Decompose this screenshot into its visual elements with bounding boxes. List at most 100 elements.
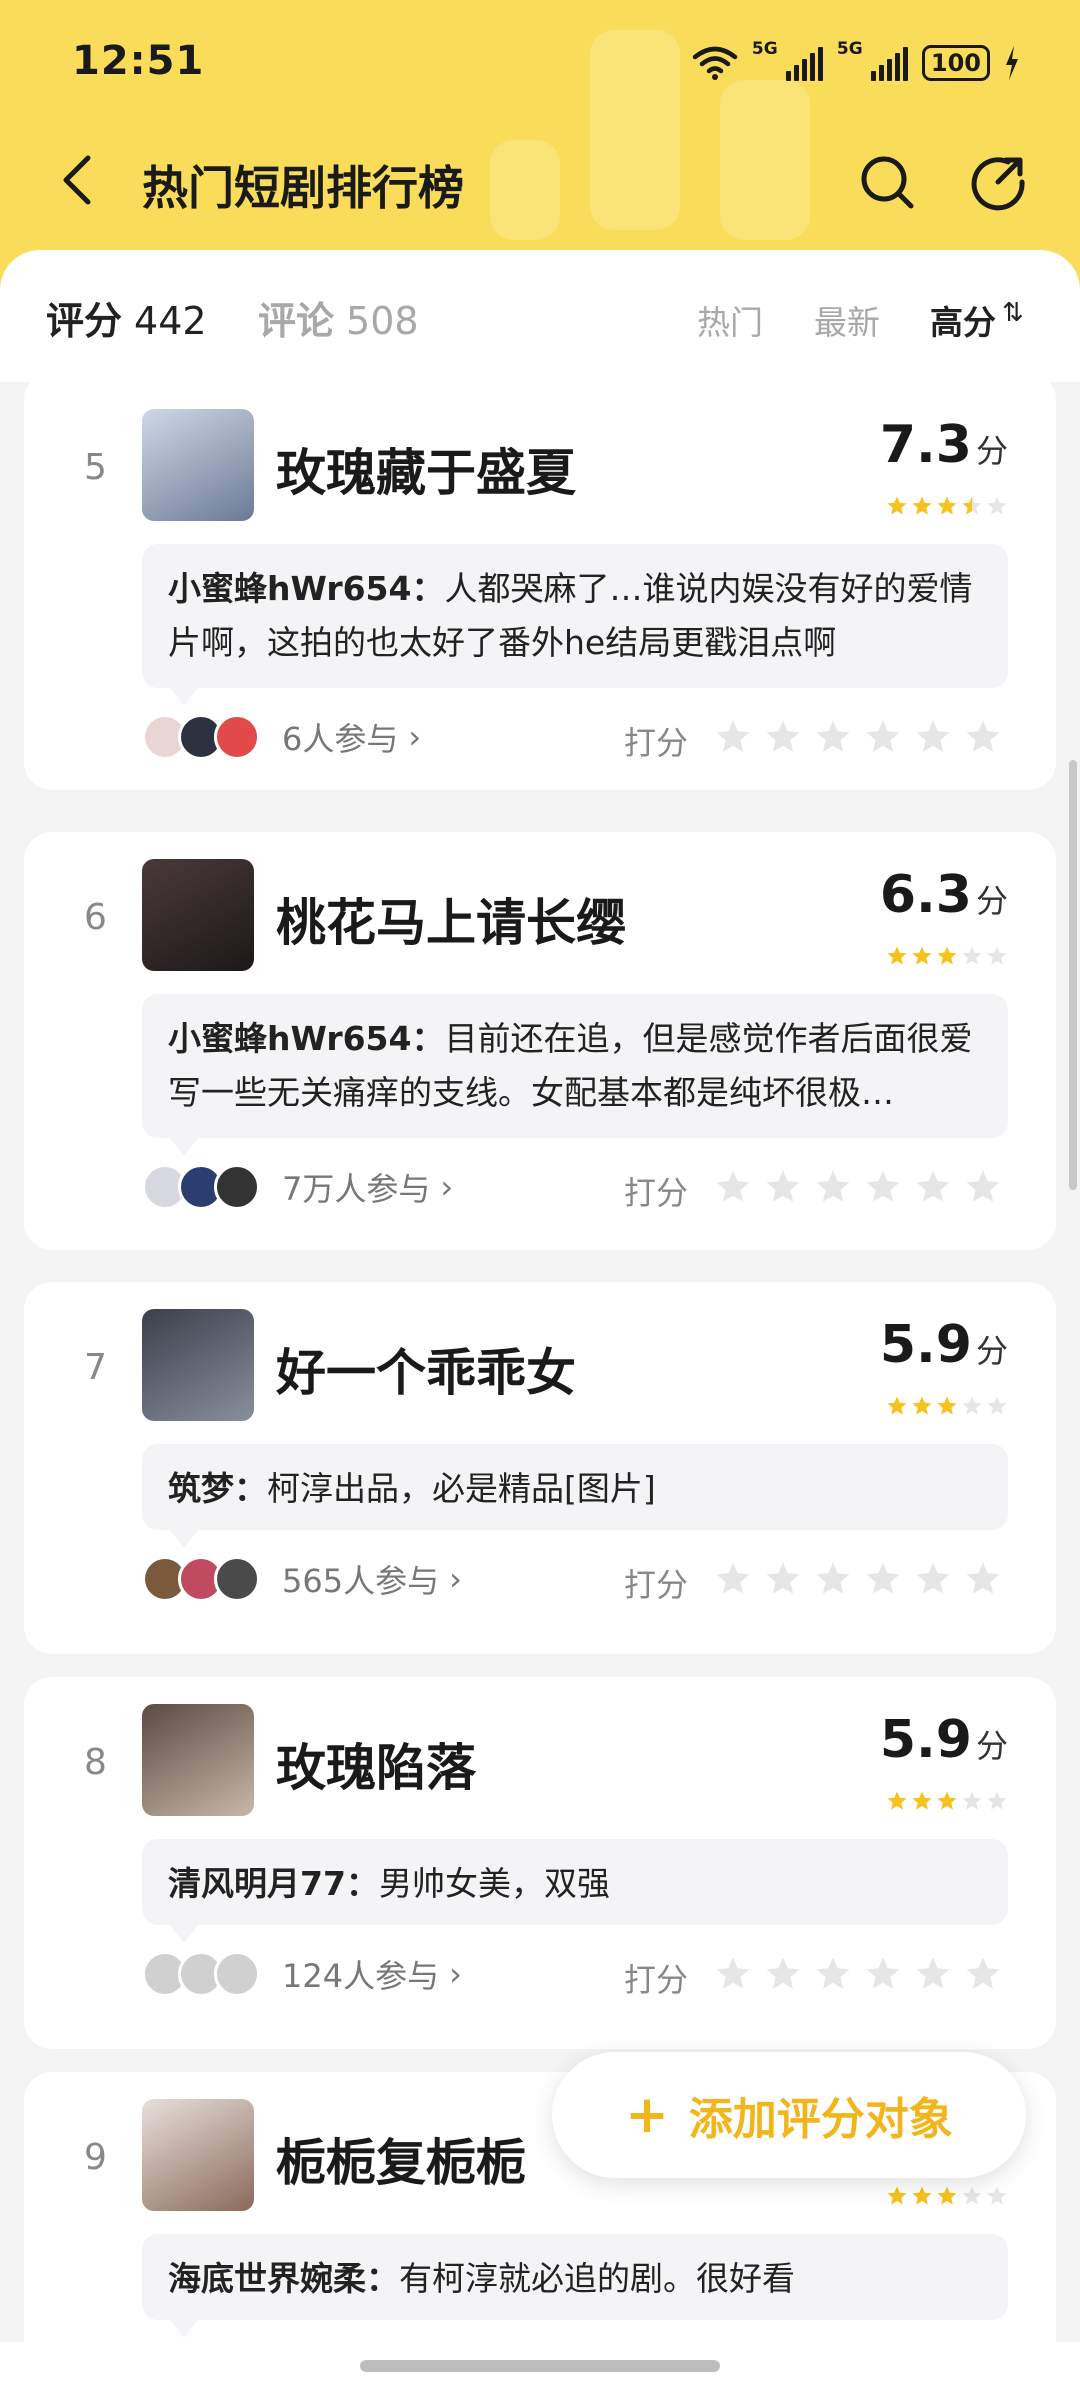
star-icon	[936, 495, 958, 517]
page-title: 热门短剧排行榜	[142, 161, 464, 215]
sort-high[interactable]: 高分	[930, 296, 996, 344]
sort-new[interactable]: 最新	[814, 296, 880, 344]
rate-star-icon[interactable]	[864, 1168, 902, 1206]
score: 6.3 分	[880, 865, 1008, 925]
rate-star-icon[interactable]	[914, 1560, 952, 1598]
avatar	[214, 714, 260, 760]
chevron-right-icon: ›	[440, 1168, 454, 1206]
sort-hot[interactable]: 热门	[697, 296, 763, 344]
drama-title[interactable]: 玫瑰藏于盛夏	[276, 433, 576, 505]
top-comment[interactable]: 清风明月77：男帅女美，双强	[142, 1839, 1008, 1943]
rank-number: 6	[84, 897, 107, 938]
ranking-card[interactable]: 7 好一个乖乖女 5.9 分 筑梦：柯淳出品，必是精品[图片] 565人参与 › 打分	[24, 1282, 1056, 1654]
top-comment[interactable]: 小蜜蜂hWr654：人都哭麻了…谁说内娱没有好的爱情片啊，这拍的也太好了番外he…	[142, 544, 1008, 706]
drama-poster[interactable]	[142, 2099, 254, 2211]
star-icon	[886, 945, 908, 967]
status-icons: 5G 5G 100	[692, 39, 1020, 86]
rate-label: 打分	[624, 1174, 689, 1212]
rate-stars[interactable]	[714, 1560, 1002, 1598]
drama-poster[interactable]	[142, 859, 254, 971]
rate-star-icon[interactable]	[964, 1560, 1002, 1598]
rate-stars[interactable]	[714, 1168, 1002, 1206]
participants[interactable]: 6人参与 ›	[142, 712, 421, 762]
comment-text: 男帅女美，双强	[378, 1864, 610, 1903]
sort-arrows-icon[interactable]: ⇅	[1002, 298, 1024, 328]
star-icon	[961, 2185, 983, 2207]
rate-star-icon[interactable]	[964, 718, 1002, 756]
star-icon	[936, 1790, 958, 1812]
drama-poster[interactable]	[142, 1309, 254, 1421]
drama-title[interactable]: 好一个乖乖女	[276, 1333, 576, 1405]
score-unit: 分	[975, 882, 1008, 920]
top-comment[interactable]: 筑梦：柯淳出品，必是精品[图片]	[142, 1444, 1008, 1548]
share-icon[interactable]	[968, 152, 1028, 212]
participants-count: 565人参与	[282, 1562, 440, 1600]
rate-star-icon[interactable]	[814, 1955, 852, 1993]
nav-bar: 热门短剧排行榜	[0, 130, 1080, 230]
participants[interactable]: 565人参与 ›	[142, 1554, 462, 1604]
home-indicator[interactable]	[360, 2360, 720, 2372]
comment-author: 筑梦：	[168, 1469, 267, 1508]
star-icon	[961, 495, 983, 517]
star-icon	[886, 495, 908, 517]
drama-poster[interactable]	[142, 1704, 254, 1816]
star-icon	[911, 2185, 933, 2207]
rate-star-icon[interactable]	[914, 718, 952, 756]
star-icon	[961, 945, 983, 967]
rate-star-icon[interactable]	[814, 1168, 852, 1206]
top-comment[interactable]: 海底世界婉柔：有柯淳就必追的剧。很好看	[142, 2234, 1008, 2338]
score-unit: 分	[975, 1332, 1008, 1370]
rate-star-icon[interactable]	[764, 1955, 802, 1993]
rate-star-icon[interactable]	[964, 1168, 1002, 1206]
rate-star-icon[interactable]	[714, 718, 752, 756]
participants[interactable]: 124人参与 ›	[142, 1949, 462, 1999]
star-icon	[936, 945, 958, 967]
rate-star-icon[interactable]	[864, 1560, 902, 1598]
drama-title[interactable]: 桃花马上请长缨	[276, 883, 626, 955]
drama-title[interactable]: 栀栀复栀栀	[276, 2123, 526, 2195]
rate-stars[interactable]	[714, 718, 1002, 756]
star-icon	[986, 1790, 1008, 1812]
signal-icon: 5G	[837, 39, 908, 81]
drama-title[interactable]: 玫瑰陷落	[276, 1728, 476, 1800]
ranking-list: 5 玫瑰藏于盛夏 7.3 分 小蜜蜂hWr654：人都哭麻了…谁说内娱没有好的爱情片…	[0, 382, 1080, 2342]
drama-poster[interactable]	[142, 409, 254, 521]
battery-icon: 100	[921, 45, 990, 81]
rate-star-icon[interactable]	[764, 1168, 802, 1206]
scrollbar[interactable]	[1069, 760, 1077, 1190]
rate-star-icon[interactable]	[714, 1560, 752, 1598]
tab-score[interactable]: 评分 442	[46, 290, 207, 345]
participants[interactable]: 7万人参与 ›	[142, 1162, 453, 1212]
rate-star-icon[interactable]	[764, 718, 802, 756]
ranking-card[interactable]: 8 玫瑰陷落 5.9 分 清风明月77：男帅女美，双强 124人参与 › 打分	[24, 1677, 1056, 2049]
rate-star-icon[interactable]	[914, 1955, 952, 1993]
tab-review[interactable]: 评论 508	[258, 290, 419, 345]
back-arrow-icon[interactable]	[50, 150, 110, 210]
rate-star-icon[interactable]	[714, 1955, 752, 1993]
search-icon[interactable]	[857, 152, 917, 212]
rate-star-icon[interactable]	[864, 718, 902, 756]
score-value: 5.9	[879, 1315, 972, 1375]
ranking-card[interactable]: 6 桃花马上请长缨 6.3 分 小蜜蜂hWr654：目前还在追，但是感觉作者后面很爱…	[24, 832, 1056, 1250]
rate-star-icon[interactable]	[914, 1168, 952, 1206]
rate-star-icon[interactable]	[714, 1168, 752, 1206]
rate-star-icon[interactable]	[814, 718, 852, 756]
rate-star-icon[interactable]	[764, 1560, 802, 1598]
rank-number: 9	[84, 2137, 107, 2178]
rate-star-icon[interactable]	[814, 1560, 852, 1598]
top-comment[interactable]: 小蜜蜂hWr654：目前还在追，但是感觉作者后面很爱写一些无关痛痒的支线。女配基…	[142, 994, 1008, 1156]
comment-author: 清风明月77：	[168, 1864, 379, 1903]
rank-number: 5	[84, 447, 107, 488]
add-rating-object-button[interactable]: + 添加评分对象	[552, 2052, 1026, 2178]
rate-star-icon[interactable]	[964, 1955, 1002, 1993]
star-icon	[986, 1395, 1008, 1417]
rate-stars[interactable]	[714, 1955, 1002, 1993]
signal-label: 5G	[751, 39, 778, 59]
ranking-card[interactable]: 5 玫瑰藏于盛夏 7.3 分 小蜜蜂hWr654：人都哭麻了…谁说内娱没有好的爱情片…	[24, 382, 1056, 790]
rate-star-icon[interactable]	[864, 1955, 902, 1993]
tab-score-count: 442	[134, 299, 207, 343]
rate-label: 打分	[624, 1961, 689, 1999]
score-stars	[886, 495, 1008, 517]
star-icon	[986, 945, 1008, 967]
comment-tail	[170, 2320, 198, 2338]
